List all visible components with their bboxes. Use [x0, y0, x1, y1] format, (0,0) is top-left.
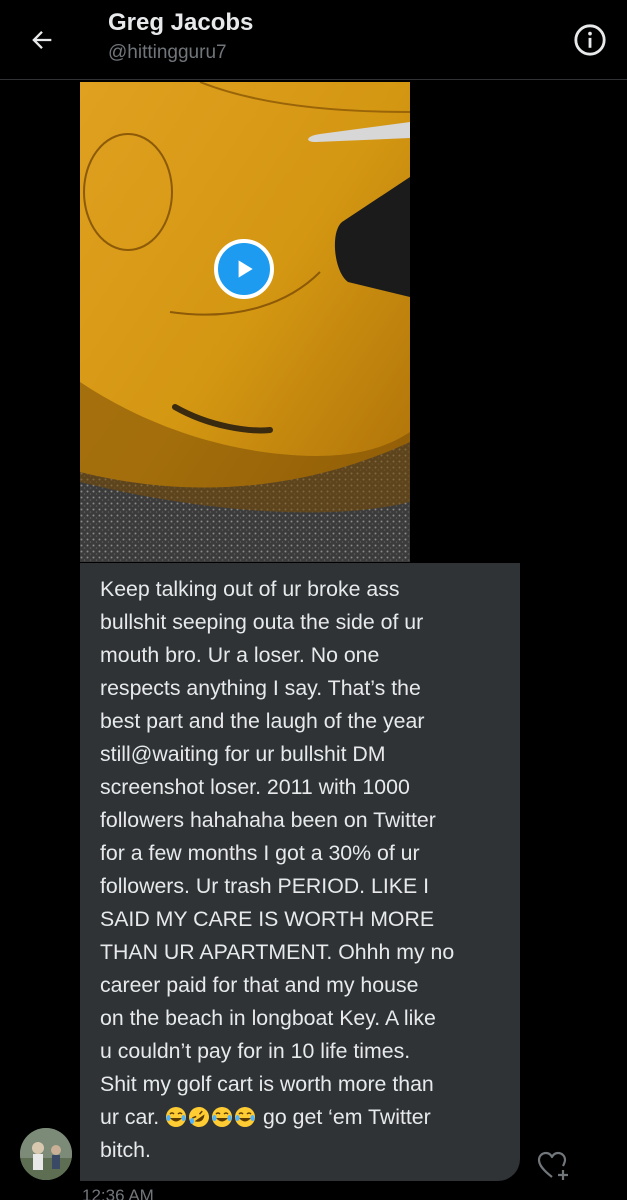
- conversation-handle: @hittingguru7: [108, 42, 227, 63]
- play-video-button[interactable]: [214, 239, 274, 299]
- rolling-laughing-emoji-icon: [188, 1105, 210, 1127]
- conversation-name: Greg Jacobs: [108, 9, 254, 36]
- conversation-header: Greg Jacobs @hittingguru7: [0, 0, 627, 80]
- message-timestamp: 12:36 AM: [82, 1186, 154, 1200]
- conversation-title-block[interactable]: Greg Jacobs @hittingguru7: [108, 8, 253, 66]
- tears-of-joy-emoji-icon: [165, 1105, 187, 1127]
- message-body: Keep talking out of ur broke ass bullshi…: [100, 577, 455, 1096]
- message-last-line-start: ur car.: [100, 1105, 166, 1129]
- conversation-info-button[interactable]: [570, 20, 610, 60]
- message-bubble: Keep talking out of ur broke ass bullshi…: [80, 563, 520, 1181]
- add-reaction-button[interactable]: [534, 1148, 574, 1184]
- sender-avatar[interactable]: [20, 1128, 72, 1180]
- tears-of-joy-emoji-icon: [234, 1105, 256, 1127]
- back-button[interactable]: [22, 20, 62, 60]
- tears-of-joy-emoji-icon: [211, 1105, 233, 1127]
- info-circle-icon: [574, 24, 606, 56]
- heart-plus-icon: [537, 1151, 568, 1180]
- message-text: Keep talking out of ur broke ass bullshi…: [100, 573, 500, 1167]
- message-video-thumbnail[interactable]: [80, 82, 410, 562]
- arrow-left-icon: [32, 31, 52, 49]
- avatar-image: [20, 1128, 72, 1180]
- play-icon: [238, 260, 253, 278]
- car-photo: [80, 82, 410, 562]
